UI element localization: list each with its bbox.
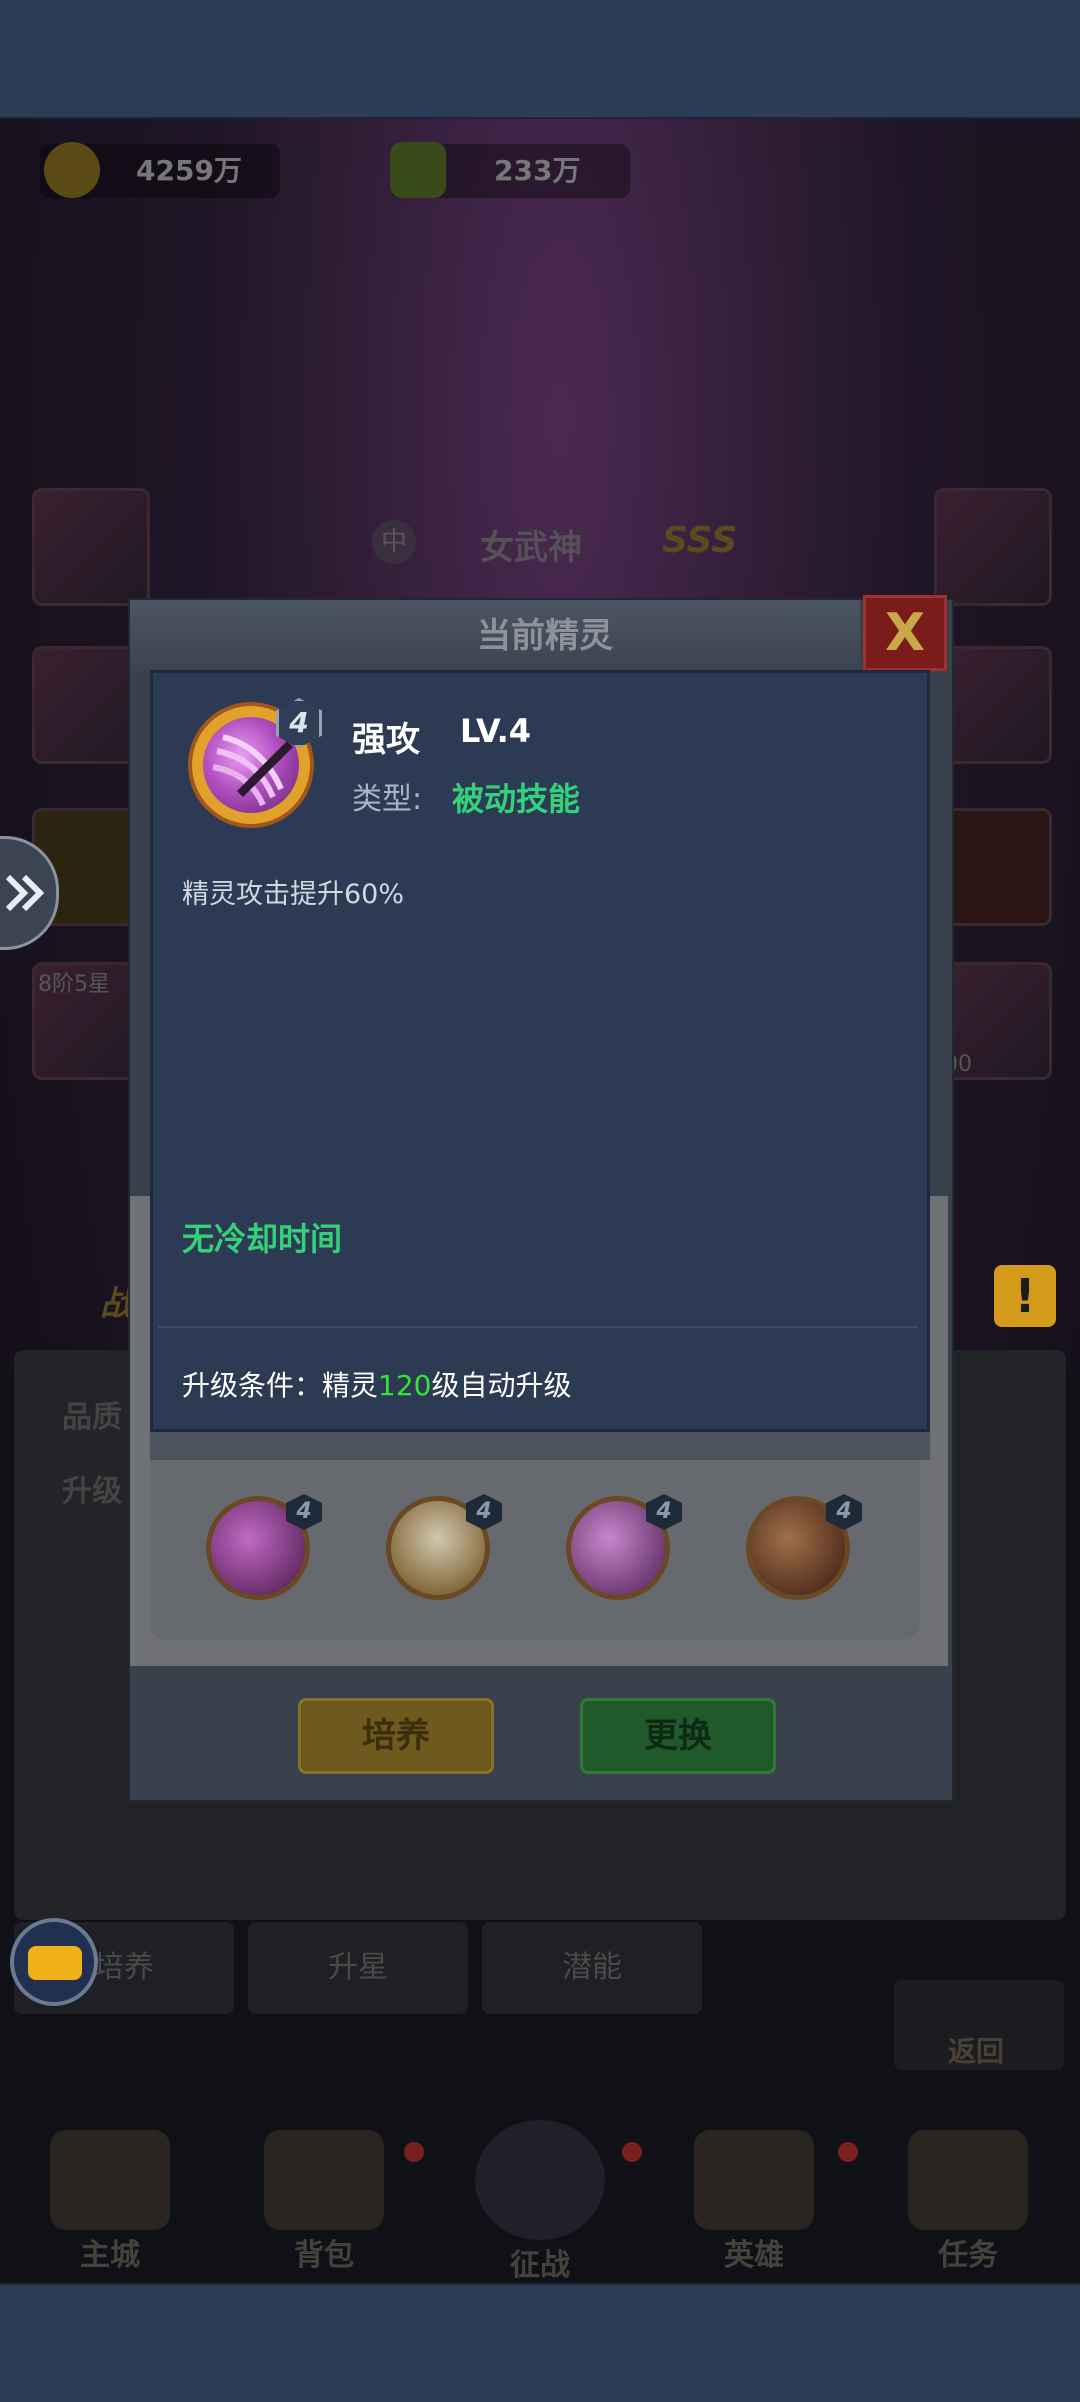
castle-icon [50, 2130, 170, 2230]
hero-stars-label: 8阶5星 [38, 972, 110, 997]
nav-tasks[interactable]: 任务 [878, 2130, 1058, 2273]
replace-button[interactable]: 更换 [580, 1698, 776, 1774]
close-button[interactable]: X [863, 595, 947, 671]
status-bar [0, 0, 1080, 119]
gold-counter: 4259万 [40, 142, 280, 198]
skill-type-label: 类型: [352, 782, 423, 817]
notification-dot [622, 2142, 642, 2162]
rank-badge: 中 [372, 520, 416, 564]
chat-button[interactable] [10, 1918, 98, 2006]
chest-icon [264, 2130, 384, 2230]
notification-dot [404, 2142, 424, 2162]
nav-main-city[interactable]: 主城 [20, 2130, 200, 2273]
hero-card-left-1[interactable] [32, 488, 150, 606]
return-label: 返回 [948, 2035, 1005, 2068]
chat-icon [28, 1946, 82, 1980]
skill-name: 强攻 [352, 720, 420, 760]
nav-label: 主城 [80, 2238, 140, 2273]
gem-icon [390, 142, 446, 198]
tab-star-up[interactable]: 升星 [248, 1922, 468, 2014]
upgrade-label: 升级 [62, 1474, 122, 1509]
hero-name: 女武神 [480, 528, 582, 568]
gem-value: 233万 [494, 154, 581, 187]
return-button[interactable]: 返回 [894, 1980, 1064, 2070]
double-chevron-icon [5, 874, 45, 912]
navigation-bar [0, 2283, 1080, 2402]
card-footer-strip [150, 1432, 930, 1460]
skill-level: LV.4 [460, 712, 532, 750]
skill-type-value: 被动技能 [452, 780, 581, 818]
helmet-icon [694, 2130, 814, 2230]
divider [158, 1326, 918, 1328]
condition-level: 120 [378, 1369, 432, 1402]
dialog-title: 当前精灵 [477, 616, 613, 656]
notification-dot [838, 2142, 858, 2162]
skill-description: 精灵攻击提升60% [182, 879, 405, 910]
gold-coin-icon [44, 142, 100, 198]
nav-label: 背包 [294, 2238, 354, 2273]
warning-icon[interactable]: ! [994, 1265, 1056, 1327]
nav-label: 英雄 [724, 2238, 784, 2273]
gold-value: 4259万 [136, 154, 242, 187]
upgrade-condition: 升级条件：精灵120级自动升级 [182, 1364, 571, 1404]
portal-icon [475, 2120, 605, 2240]
nav-label: 征战 [510, 2248, 570, 2283]
hero-grade: SSS [662, 520, 738, 561]
nav-campaign[interactable]: 征战 [450, 2120, 630, 2283]
scroll-icon [908, 2130, 1028, 2230]
tab-potential[interactable]: 潜能 [482, 1922, 702, 2014]
hero-card-right-1[interactable] [934, 488, 1052, 606]
nav-backpack[interactable]: 背包 [234, 2130, 414, 2273]
gem-counter: 233万 [390, 142, 630, 198]
train-button[interactable]: 培养 [298, 1698, 494, 1774]
quality-label: 品质 [62, 1400, 122, 1435]
nav-label: 任务 [938, 2238, 998, 2273]
nav-heroes[interactable]: 英雄 [664, 2130, 844, 2273]
condition-suffix: 级自动升级 [431, 1369, 572, 1402]
condition-prefix: 升级条件：精灵 [182, 1369, 379, 1402]
cooldown-text: 无冷却时间 [182, 1220, 343, 1258]
